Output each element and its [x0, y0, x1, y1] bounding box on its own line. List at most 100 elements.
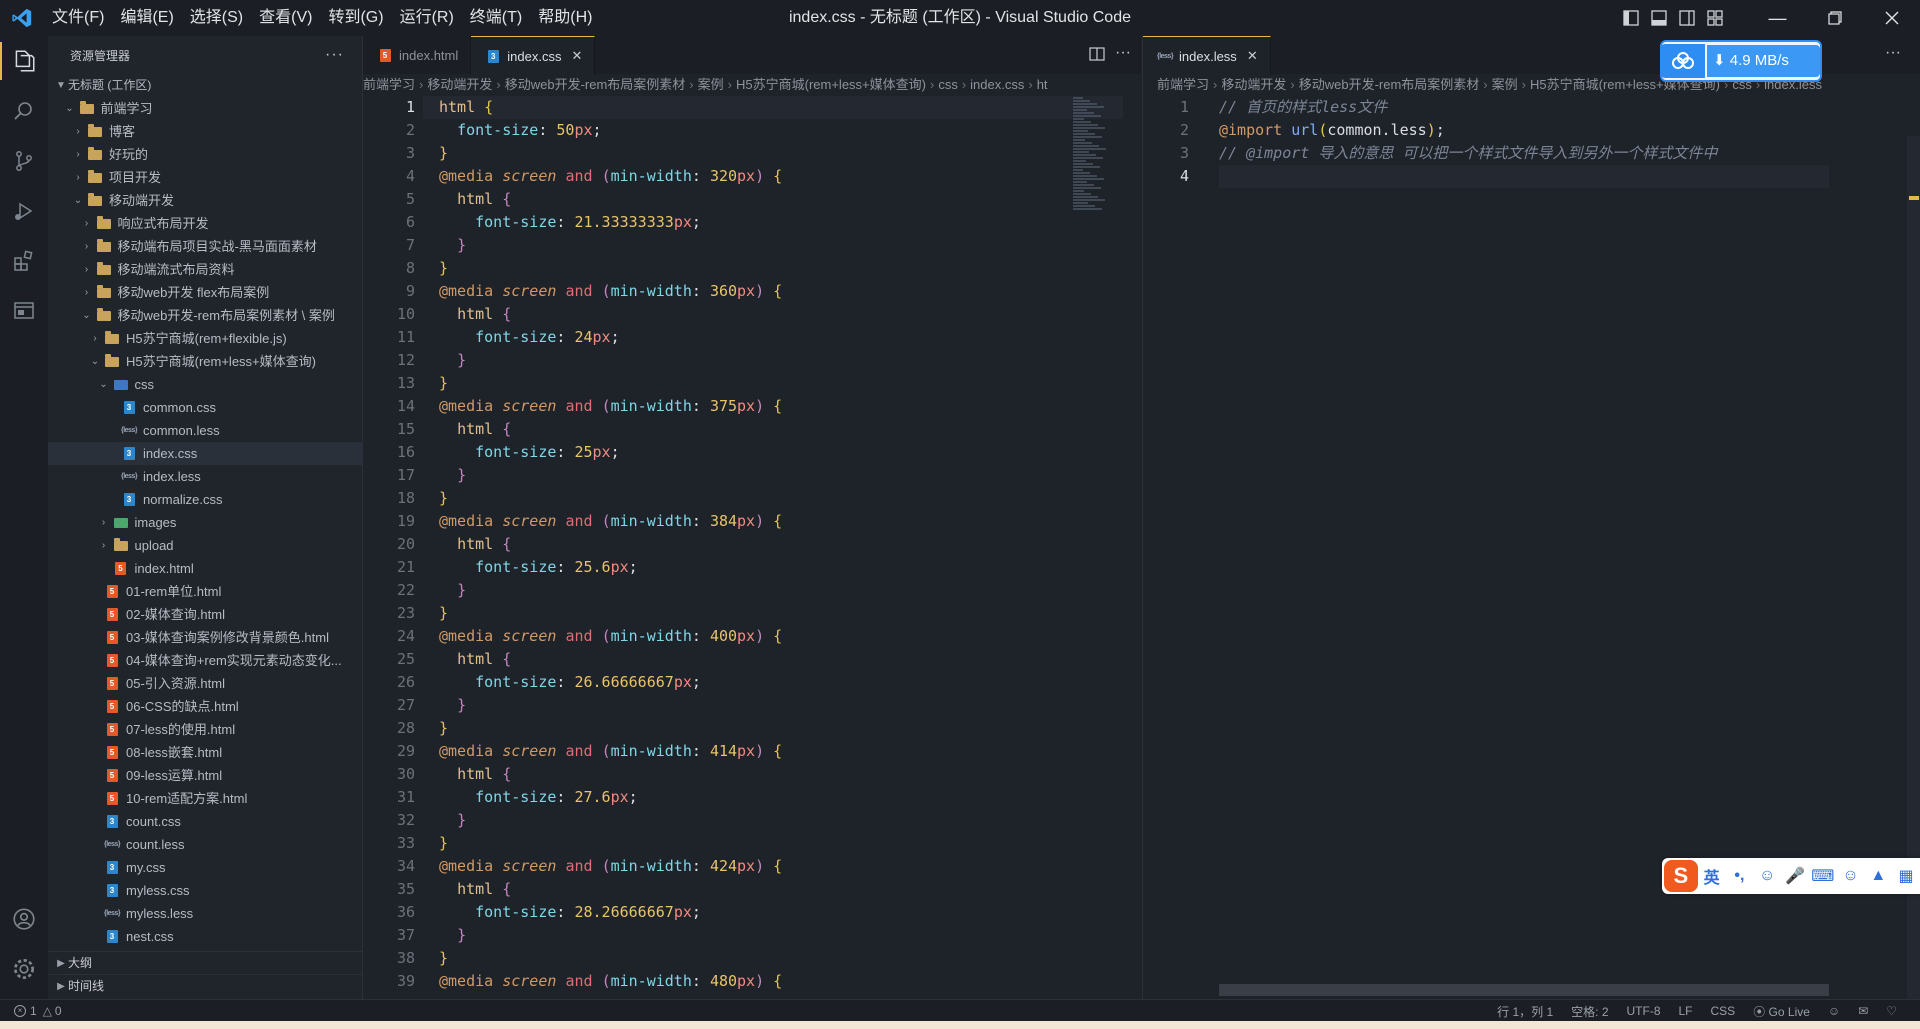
run-debug-icon[interactable]	[0, 186, 48, 236]
tree-item[interactable]: 5 09-less运算.html	[48, 764, 362, 787]
breadcrumb-item[interactable]: 前端学习	[1157, 77, 1209, 92]
more-actions-icon[interactable]: ···	[325, 46, 344, 64]
menu-item-2[interactable]: 选择(S)	[182, 0, 251, 36]
notifications-icon[interactable]: ✉	[1849, 1004, 1877, 1018]
breadcrumb-item[interactable]: 案例	[698, 77, 724, 92]
tab-index-css[interactable]: 3 index.css ✕	[471, 36, 596, 75]
tree-item[interactable]: 5 03-媒体查询案例修改背景颜色.html	[48, 626, 362, 649]
close-tab-icon[interactable]: ✕	[1247, 48, 1258, 64]
tree-item[interactable]: ⌄ 移动web开发-rem布局案例素材 \ 案例	[48, 304, 362, 327]
end-of-line[interactable]: LF	[1670, 1004, 1702, 1018]
minimize-button[interactable]: —	[1749, 0, 1806, 36]
tree-item[interactable]: › 好玩的	[48, 143, 362, 166]
emoji-icon[interactable]: ☺	[1753, 858, 1781, 894]
bell-icon[interactable]: ♡	[1877, 1004, 1906, 1018]
horizontal-scrollbar[interactable]	[1219, 984, 1829, 996]
language-mode[interactable]: CSS	[1702, 1004, 1745, 1018]
remote-explorer-icon[interactable]	[0, 286, 48, 336]
breadcrumb-item[interactable]: 移动端开发	[427, 77, 492, 92]
tree-item[interactable]: 5 04-媒体查询+rem实现元素动态变化...	[48, 649, 362, 672]
feedback-icon[interactable]: ☺	[1819, 1004, 1849, 1018]
tree-item[interactable]: 5 08-less嵌套.html	[48, 741, 362, 764]
close-tab-icon[interactable]: ✕	[571, 48, 582, 64]
breadcrumb-item[interactable]: 案例	[1492, 77, 1518, 92]
toolbox-grid-icon[interactable]: ▦	[1892, 858, 1920, 894]
menu-item-5[interactable]: 运行(R)	[392, 0, 462, 36]
tree-item[interactable]: 5 index.html	[48, 557, 362, 580]
close-window-button[interactable]	[1863, 0, 1920, 36]
ime-mode-toggle[interactable]: 英	[1698, 858, 1726, 894]
breadcrumb-item[interactable]: 移动端开发	[1221, 77, 1286, 92]
menu-item-3[interactable]: 查看(V)	[251, 0, 320, 36]
explorer-icon[interactable]	[0, 36, 48, 86]
skin-shirt-icon[interactable]: ▲	[1864, 858, 1892, 894]
tab-index-html[interactable]: 5 index.html	[363, 36, 472, 74]
workspace-root[interactable]: ▼ 无标题 (工作区)	[48, 74, 362, 97]
tree-item[interactable]: 3 nest.css	[48, 925, 362, 948]
tree-item[interactable]: › 响应式布局开发	[48, 212, 362, 235]
editor-more-actions-icon[interactable]: ···	[1885, 44, 1901, 62]
user-icon[interactable]: ☺	[1837, 858, 1865, 894]
css-code-editor[interactable]: 1 html {2 font-size: 50px; 3} 4 @media scree…	[363, 96, 1141, 993]
tree-item[interactable]: › 移动端流式布局资料	[48, 258, 362, 281]
tree-item[interactable]: 3 count.css	[48, 810, 362, 833]
source-control-icon[interactable]	[0, 136, 48, 186]
problems-status[interactable]: × 1 △ 0	[14, 1004, 62, 1018]
tree-item[interactable]: {less} myless.less	[48, 902, 362, 925]
customize-layout-icon[interactable]	[1701, 0, 1729, 36]
tree-item[interactable]: 3 index.css	[48, 442, 362, 465]
breadcrumb-item[interactable]: css	[938, 77, 958, 92]
search-icon[interactable]	[0, 86, 48, 136]
accounts-icon[interactable]	[0, 894, 48, 944]
breadcrumb-item[interactable]: H5苏宁商城(rem+less+媒体查询)	[736, 77, 926, 92]
menu-item-4[interactable]: 转到(G)	[320, 0, 391, 36]
tree-item[interactable]: 5 06-CSS的缺点.html	[48, 695, 362, 718]
tree-item[interactable]: 5 05-引入资源.html	[48, 672, 362, 695]
tree-item[interactable]: 5 01-rem单位.html	[48, 580, 362, 603]
tree-item[interactable]: {less} count.less	[48, 833, 362, 856]
breadcrumb-item[interactable]: 前端学习	[363, 77, 415, 92]
tree-item[interactable]: ⌄ 移动端开发	[48, 189, 362, 212]
tree-item[interactable]: › 博客	[48, 120, 362, 143]
tree-item[interactable]: 3 normalize.css	[48, 488, 362, 511]
menu-item-7[interactable]: 帮助(H)	[530, 0, 600, 36]
tree-item[interactable]: 5 07-less的使用.html	[48, 718, 362, 741]
restore-button[interactable]	[1806, 0, 1863, 36]
timeline-section[interactable]: ▶ 时间线	[48, 974, 362, 998]
outline-section[interactable]: ▶ 大纲	[48, 951, 362, 975]
ime-toolbar[interactable]: S 英 •, ☺ 🎤 ⌨ ☺ ▲ ▦	[1662, 858, 1920, 894]
breadcrumb-item[interactable]: ht	[1037, 77, 1048, 92]
tree-item[interactable]: 5 02-媒体查询.html	[48, 603, 362, 626]
indentation[interactable]: 空格: 2	[1562, 1003, 1617, 1020]
menu-item-1[interactable]: 编辑(E)	[112, 0, 181, 36]
tree-item[interactable]: › upload	[48, 534, 362, 557]
go-live-button[interactable]: ⦿ Go Live	[1744, 1003, 1819, 1020]
cursor-position[interactable]: 行 1，列 1	[1488, 1003, 1562, 1020]
tree-item[interactable]: › H5苏宁商城(rem+flexible.js)	[48, 327, 362, 350]
tree-item[interactable]: › images	[48, 511, 362, 534]
split-editor-icon[interactable]	[1089, 46, 1105, 67]
keyboard-icon[interactable]: ⌨	[1809, 858, 1837, 894]
network-speed-widget[interactable]: ⬇ 4.9 MB/s	[1660, 40, 1822, 82]
minimap[interactable]	[1073, 96, 1111, 211]
toggle-primary-sidebar-icon[interactable]	[1617, 0, 1645, 36]
tree-item[interactable]: {less} index.less	[48, 465, 362, 488]
editor-more-actions-icon[interactable]: ···	[1115, 44, 1131, 62]
tree-item[interactable]: › 移动web开发 flex布局案例	[48, 281, 362, 304]
tree-item[interactable]: › 移动端布局项目实战-黑马面面素材	[48, 235, 362, 258]
tree-item[interactable]: 5 10-rem适配方案.html	[48, 787, 362, 810]
menu-item-0[interactable]: 文件(F)	[44, 0, 112, 36]
tree-item[interactable]: ⌄ css	[48, 373, 362, 396]
toggle-secondary-sidebar-icon[interactable]	[1673, 0, 1701, 36]
breadcrumb-item[interactable]: index.css	[970, 77, 1024, 92]
less-code-editor[interactable]: 1// 首页的样式less文件 2 @import url(common.less)…	[1143, 96, 1920, 188]
tree-item[interactable]: › 项目开发	[48, 166, 362, 189]
tree-item[interactable]: 3 myless.css	[48, 879, 362, 902]
tree-item[interactable]: ⌄ H5苏宁商城(rem+less+媒体查询)	[48, 350, 362, 373]
tab-index-less[interactable]: {less} index.less ✕	[1143, 36, 1271, 75]
breadcrumb-item[interactable]: 移动web开发-rem布局案例素材	[505, 77, 686, 92]
toggle-panel-icon[interactable]	[1645, 0, 1673, 36]
microphone-icon[interactable]: 🎤	[1781, 858, 1809, 894]
settings-gear-icon[interactable]	[0, 944, 48, 994]
breadcrumb-item[interactable]: 移动web开发-rem布局案例素材	[1299, 77, 1480, 92]
